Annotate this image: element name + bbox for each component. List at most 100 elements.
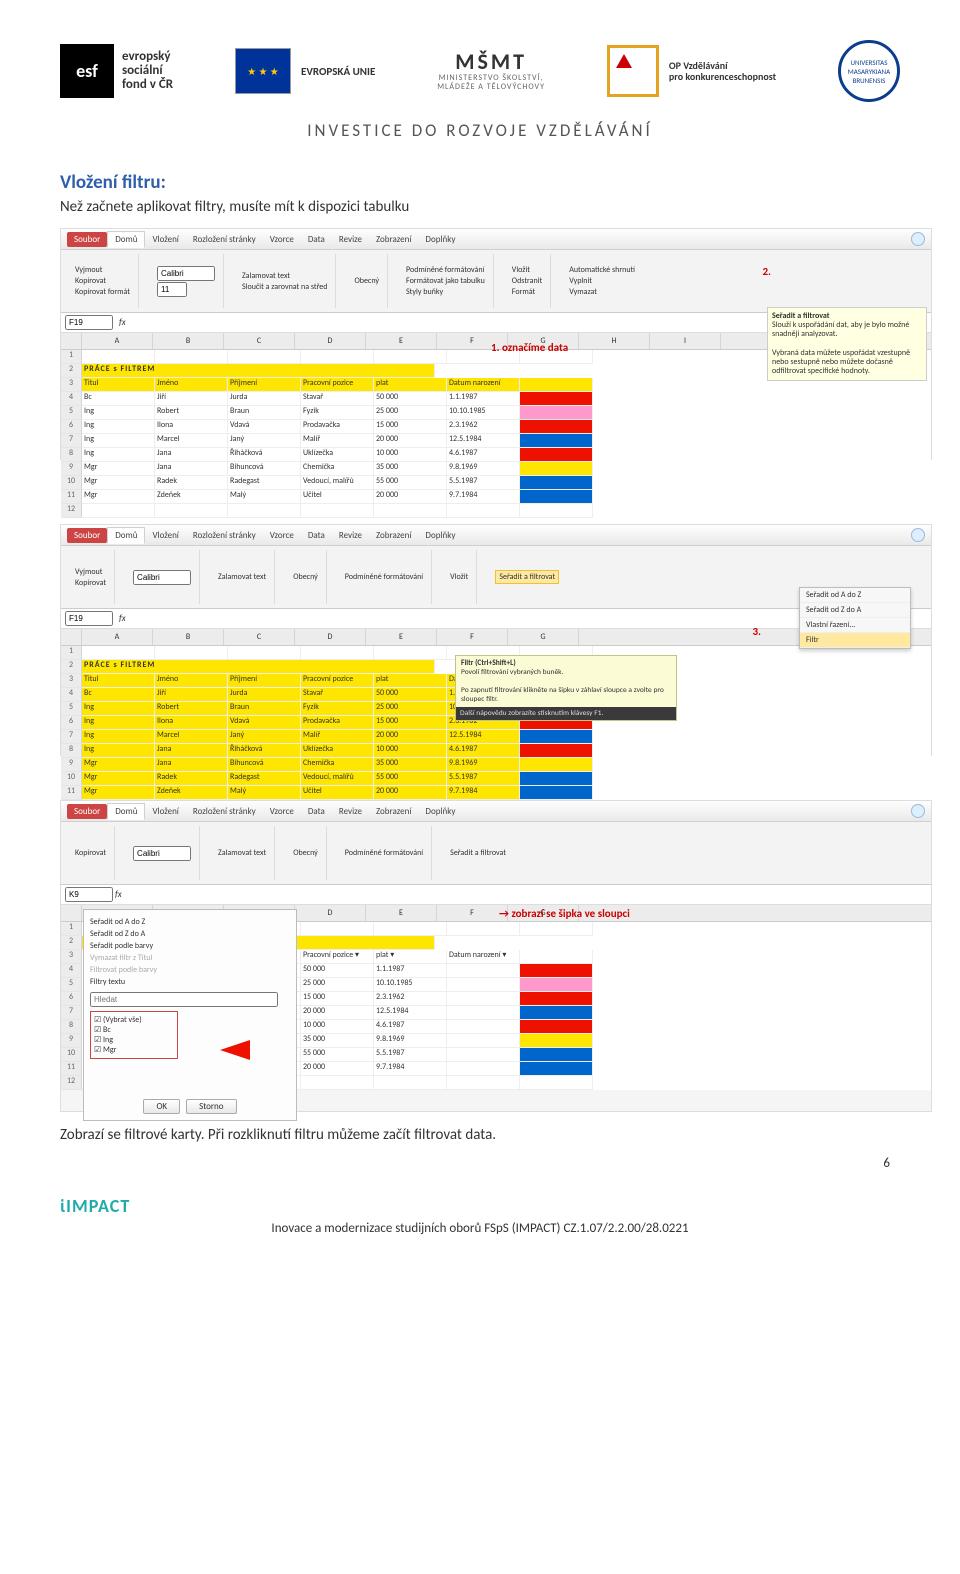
table-cell[interactable]: 9.8.1969 — [374, 1034, 447, 1048]
align-wrap[interactable]: Zalamovat text — [218, 848, 266, 858]
table-cell[interactable]: Ing — [82, 702, 155, 716]
table-cell[interactable]: 20 000 — [374, 786, 447, 800]
drop-za[interactable]: Seřadit od Z do A — [800, 603, 910, 618]
ribbon-tab-view[interactable]: Zobrazení — [369, 528, 418, 543]
filter-za[interactable]: Seřadit od Z do A — [90, 928, 290, 940]
col-d[interactable]: D — [295, 629, 366, 645]
col-c[interactable]: C — [224, 333, 295, 349]
table-cell[interactable]: Bihuncová — [228, 462, 301, 476]
drop-custom[interactable]: Vlastní řazení... — [800, 618, 910, 633]
table-cell[interactable]: 1.1.1987 — [447, 392, 520, 406]
table-header[interactable]: Pracovní pozice ▾ — [301, 950, 374, 964]
table-cell[interactable]: Vedoucí, malířů — [301, 772, 374, 786]
chk-bc[interactable]: ☑ Bc — [94, 1025, 174, 1035]
style-cond[interactable]: Podmíněné formátování — [345, 572, 423, 582]
table-cell[interactable]: 5.5.1987 — [447, 772, 520, 786]
filter-text[interactable]: Filtry textu — [90, 976, 290, 988]
cell-ins[interactable]: Vložit — [512, 265, 542, 275]
chk-ing[interactable]: ☑ Ing — [94, 1035, 174, 1045]
clipboard-cut[interactable]: Vyjmout — [75, 567, 106, 577]
name-box[interactable] — [65, 611, 113, 626]
ribbon-tab-file[interactable]: Soubor — [67, 232, 107, 247]
table-cell[interactable]: Radegast — [228, 772, 301, 786]
ribbon-tab-data[interactable]: Data — [301, 232, 332, 247]
table-cell[interactable]: Mgr — [82, 462, 155, 476]
font-size-input[interactable] — [157, 282, 187, 297]
table-header[interactable]: plat ▾ — [374, 950, 447, 964]
cell-del[interactable]: Odstranit — [512, 276, 542, 286]
table-cell[interactable]: Chemička — [301, 462, 374, 476]
style-cond[interactable]: Podmíněné formátování — [345, 848, 423, 858]
table-cell[interactable]: 12.5.1984 — [374, 1006, 447, 1020]
table-cell[interactable]: Jana — [155, 448, 228, 462]
table-cell[interactable]: 12.5.1984 — [447, 730, 520, 744]
ribbon-tab-home[interactable]: Domů — [107, 527, 145, 544]
cell-ins[interactable]: Vložit — [450, 572, 468, 582]
edit-sum[interactable]: Automatické shrnutí — [569, 265, 635, 275]
font-name-input[interactable] — [133, 846, 191, 861]
table-cell[interactable]: Prodavačka — [301, 420, 374, 434]
table-cell[interactable]: Janý — [228, 434, 301, 448]
col-g[interactable]: G — [508, 629, 579, 645]
font-name-input[interactable] — [133, 570, 191, 585]
table-cell[interactable]: 55 000 — [301, 1048, 374, 1062]
clipboard-cut[interactable]: Vyjmout — [75, 265, 130, 275]
table-cell[interactable]: Zdeňek — [155, 786, 228, 800]
num-format[interactable]: Obecný — [293, 848, 318, 858]
col-e[interactable]: E — [366, 905, 437, 921]
ribbon-tab-review[interactable]: Revize — [332, 232, 369, 247]
col-c[interactable]: C — [224, 629, 295, 645]
table-cell[interactable]: Jurda — [228, 688, 301, 702]
table-cell[interactable]: Učitel — [301, 490, 374, 504]
filter-search[interactable] — [90, 992, 278, 1007]
align-wrap[interactable]: Zalamovat text — [218, 572, 266, 582]
table-cell[interactable]: 12.5.1984 — [447, 434, 520, 448]
col-i[interactable]: I — [650, 333, 721, 349]
table-cell[interactable]: Ilona — [155, 420, 228, 434]
ribbon-tab-insert[interactable]: Vložení — [145, 804, 185, 819]
clipboard-copy[interactable]: Kopírovat — [75, 276, 130, 286]
table-cell[interactable]: Radek — [155, 476, 228, 490]
table-cell[interactable]: Prodavačka — [301, 716, 374, 730]
table-cell[interactable]: 20 000 — [301, 1006, 374, 1020]
table-cell[interactable]: Jana — [155, 462, 228, 476]
table-cell[interactable]: 4.6.1987 — [374, 1020, 447, 1034]
table-cell[interactable]: Fyzik — [301, 406, 374, 420]
style-cell[interactable]: Styly buňky — [406, 287, 485, 297]
col-f[interactable]: F — [437, 905, 508, 921]
table-cell[interactable]: Řiháčková — [228, 448, 301, 462]
table-cell[interactable]: 5.5.1987 — [374, 1048, 447, 1062]
table-cell[interactable]: 25 000 — [374, 702, 447, 716]
table-cell[interactable]: Stavař — [301, 392, 374, 406]
table-cell[interactable]: 15 000 — [374, 716, 447, 730]
help-icon[interactable] — [911, 804, 925, 818]
sort-filter-button[interactable]: Seřadit a filtrovat — [450, 848, 506, 858]
table-cell[interactable]: Marcel — [155, 730, 228, 744]
filter-color[interactable]: Seřadit podle barvy — [90, 940, 290, 952]
table-cell[interactable]: 4.6.1987 — [447, 744, 520, 758]
ribbon-tab-layout[interactable]: Rozložení stránky — [186, 232, 263, 247]
ribbon-tab-formulas[interactable]: Vzorce — [263, 528, 301, 543]
help-icon[interactable] — [911, 528, 925, 542]
table-cell[interactable]: 20 000 — [374, 730, 447, 744]
table-cell[interactable]: Bc — [82, 688, 155, 702]
table-cell[interactable]: 4.6.1987 — [447, 448, 520, 462]
table-cell[interactable]: Učitel — [301, 786, 374, 800]
table-cell[interactable]: Ing — [82, 434, 155, 448]
ribbon-tab-addins[interactable]: Doplňky — [418, 232, 462, 247]
table-cell[interactable]: Mgr — [82, 490, 155, 504]
table-cell[interactable]: 20 000 — [374, 434, 447, 448]
table-cell[interactable]: 50 000 — [374, 688, 447, 702]
table-cell[interactable]: 35 000 — [374, 462, 447, 476]
font-name-input[interactable] — [157, 266, 215, 281]
table-cell[interactable]: 20 000 — [301, 1062, 374, 1076]
ribbon-tab-formulas[interactable]: Vzorce — [263, 804, 301, 819]
table-cell[interactable]: 35 000 — [301, 1034, 374, 1048]
table-cell[interactable]: 9.7.1984 — [374, 1062, 447, 1076]
style-cond[interactable]: Podmíněné formátování — [406, 265, 485, 275]
ribbon-tab-data[interactable]: Data — [301, 528, 332, 543]
table-cell[interactable]: 15 000 — [374, 420, 447, 434]
col-b[interactable]: B — [153, 333, 224, 349]
table-cell[interactable]: Mgr — [82, 476, 155, 490]
table-cell[interactable]: 35 000 — [374, 758, 447, 772]
